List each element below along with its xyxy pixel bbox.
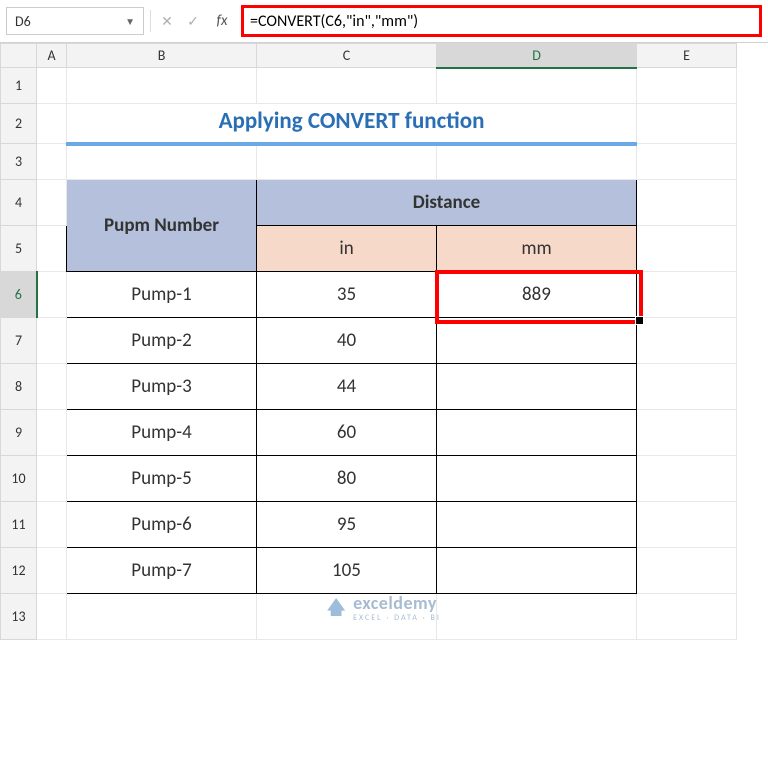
cell-E10[interactable]: [637, 456, 737, 502]
cell-A12[interactable]: [37, 548, 67, 594]
cell-E2[interactable]: [637, 104, 737, 144]
grid: A B C D E 1 2 Applying CONVERT function …: [0, 43, 737, 640]
cell-C10[interactable]: 80: [257, 456, 437, 502]
worksheet[interactable]: A B C D E 1 2 Applying CONVERT function …: [0, 43, 768, 640]
row-header-10[interactable]: 10: [1, 456, 37, 502]
cell-E13[interactable]: [637, 594, 737, 640]
formula-text: =CONVERT(C6,"in","mm"): [250, 12, 418, 31]
col-header-D[interactable]: D: [437, 44, 637, 68]
table-header-mm[interactable]: mm: [437, 226, 637, 272]
cell-A2[interactable]: [37, 104, 67, 144]
confirm-icon[interactable]: ✓: [183, 13, 203, 30]
cell-D7[interactable]: [437, 318, 637, 364]
cell-A7[interactable]: [37, 318, 67, 364]
cell-D13[interactable]: [437, 594, 637, 640]
row-header-4[interactable]: 4: [1, 180, 37, 226]
row-header-6[interactable]: 6: [1, 272, 37, 318]
row-header-7[interactable]: 7: [1, 318, 37, 364]
cell-C1[interactable]: [257, 68, 437, 104]
cell-A3[interactable]: [37, 144, 67, 180]
cell-E7[interactable]: [637, 318, 737, 364]
cell-E4[interactable]: [637, 180, 737, 226]
cancel-icon[interactable]: ✕: [157, 13, 177, 30]
formula-bar: D6 ▼ ✕ ✓ fx =CONVERT(C6,"in","mm"): [0, 0, 768, 43]
cell-D8[interactable]: [437, 364, 637, 410]
cell-A1[interactable]: [37, 68, 67, 104]
cell-B1[interactable]: [67, 68, 257, 104]
row-header-8[interactable]: 8: [1, 364, 37, 410]
row-header-9[interactable]: 9: [1, 410, 37, 456]
row-header-11[interactable]: 11: [1, 502, 37, 548]
cell-A9[interactable]: [37, 410, 67, 456]
cell-E11[interactable]: [637, 502, 737, 548]
cell-E1[interactable]: [637, 68, 737, 104]
cell-B9[interactable]: Pump-4: [67, 410, 257, 456]
cell-C6[interactable]: 35: [257, 272, 437, 318]
cell-C3[interactable]: [257, 144, 437, 180]
cell-B8[interactable]: Pump-3: [67, 364, 257, 410]
cell-D9[interactable]: [437, 410, 637, 456]
cell-B6[interactable]: Pump-1: [67, 272, 257, 318]
title-cell[interactable]: Applying CONVERT function: [67, 104, 637, 144]
cell-C9[interactable]: 60: [257, 410, 437, 456]
divider: [150, 10, 151, 32]
cell-A8[interactable]: [37, 364, 67, 410]
col-header-B[interactable]: B: [67, 44, 257, 68]
page-title: Applying CONVERT function: [68, 107, 635, 139]
cell-D3[interactable]: [437, 144, 637, 180]
table-header-pump[interactable]: Pupm Number: [67, 180, 257, 272]
cell-D6[interactable]: 889: [437, 272, 637, 318]
cell-D12[interactable]: [437, 548, 637, 594]
cell-B10[interactable]: Pump-5: [67, 456, 257, 502]
row-header-12[interactable]: 12: [1, 548, 37, 594]
cell-D1[interactable]: [437, 68, 637, 104]
cell-E12[interactable]: [637, 548, 737, 594]
cell-A10[interactable]: [37, 456, 67, 502]
cell-B3[interactable]: [67, 144, 257, 180]
name-box-value: D6: [15, 13, 31, 30]
table-header-distance[interactable]: Distance: [257, 180, 637, 226]
table-header-in[interactable]: in: [257, 226, 437, 272]
logo-icon: [327, 598, 345, 616]
cell-C8[interactable]: 44: [257, 364, 437, 410]
row-header-13[interactable]: 13: [1, 594, 37, 640]
cell-E6[interactable]: [637, 272, 737, 318]
name-box[interactable]: D6 ▼: [6, 7, 144, 35]
cell-A6[interactable]: [37, 272, 67, 318]
row-header-1[interactable]: 1: [1, 68, 37, 104]
watermark-sub: EXCEL · DATA · BI: [353, 614, 441, 622]
formula-input[interactable]: =CONVERT(C6,"in","mm"): [241, 5, 762, 37]
cell-C7[interactable]: 40: [257, 318, 437, 364]
cell-A4[interactable]: [37, 180, 67, 226]
cell-D11[interactable]: [437, 502, 637, 548]
chevron-down-icon[interactable]: ▼: [125, 15, 135, 28]
col-header-E[interactable]: E: [637, 44, 737, 68]
watermark: exceldemy EXCEL · DATA · BI: [327, 592, 441, 622]
cell-E9[interactable]: [637, 410, 737, 456]
col-header-C[interactable]: C: [257, 44, 437, 68]
row-header-2[interactable]: 2: [1, 104, 37, 144]
cell-E5[interactable]: [637, 226, 737, 272]
cell-A11[interactable]: [37, 502, 67, 548]
cell-A13[interactable]: [37, 594, 67, 640]
cell-B12[interactable]: Pump-7: [67, 548, 257, 594]
cell-E8[interactable]: [637, 364, 737, 410]
cell-B11[interactable]: Pump-6: [67, 502, 257, 548]
row-header-3[interactable]: 3: [1, 144, 37, 180]
select-all-corner[interactable]: [1, 44, 37, 68]
cell-C12[interactable]: 105: [257, 548, 437, 594]
cell-B7[interactable]: Pump-2: [67, 318, 257, 364]
cell-B13[interactable]: [67, 594, 257, 640]
cell-C11[interactable]: 95: [257, 502, 437, 548]
fx-icon[interactable]: fx: [209, 12, 235, 30]
watermark-main: exceldemy: [353, 592, 441, 614]
col-header-A[interactable]: A: [37, 44, 67, 68]
cell-E3[interactable]: [637, 144, 737, 180]
cell-A5[interactable]: [37, 226, 67, 272]
cell-D10[interactable]: [437, 456, 637, 502]
row-header-5[interactable]: 5: [1, 226, 37, 272]
